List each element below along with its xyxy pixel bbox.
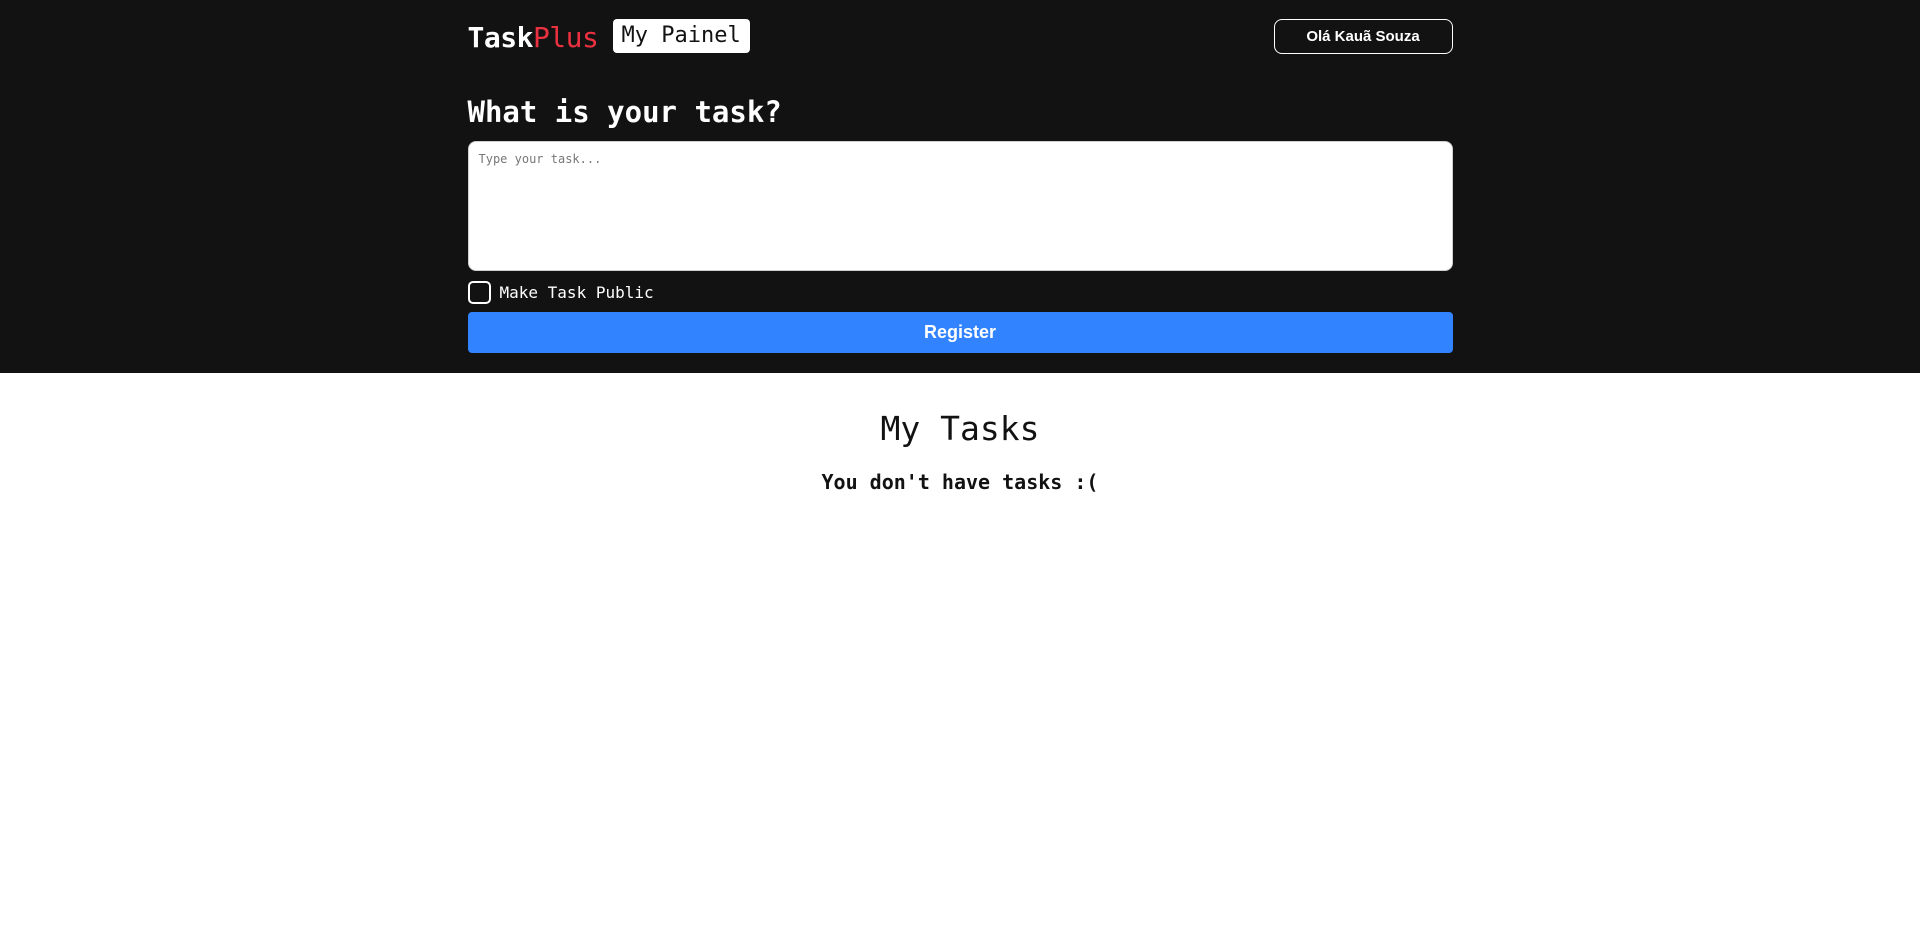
tasks-title: My Tasks: [880, 409, 1040, 448]
tasks-section: My Tasks You don't have tasks :(: [0, 409, 1920, 494]
top-panel: TaskPlus My Painel Olá Kauã Souza What i…: [0, 0, 1920, 373]
register-button[interactable]: Register: [467, 312, 1453, 353]
public-checkbox[interactable]: [467, 280, 491, 304]
public-checkbox-row: Make Task Public: [467, 280, 654, 304]
top-container: TaskPlus My Painel Olá Kauã Souza What i…: [467, 0, 1453, 373]
task-textarea[interactable]: [467, 141, 1453, 271]
empty-tasks-message: You don't have tasks :(: [821, 470, 1099, 494]
logo-main: Task: [467, 21, 534, 54]
user-button[interactable]: Olá Kauã Souza: [1273, 19, 1453, 54]
my-panel-button[interactable]: My Painel: [612, 19, 750, 53]
public-checkbox-label: Make Task Public: [499, 282, 654, 302]
form-title: What is your task?: [467, 95, 782, 129]
logo-accent: Plus: [532, 21, 599, 54]
header: TaskPlus My Painel Olá Kauã Souza: [468, 19, 1453, 55]
logo[interactable]: TaskPlus: [468, 21, 599, 54]
